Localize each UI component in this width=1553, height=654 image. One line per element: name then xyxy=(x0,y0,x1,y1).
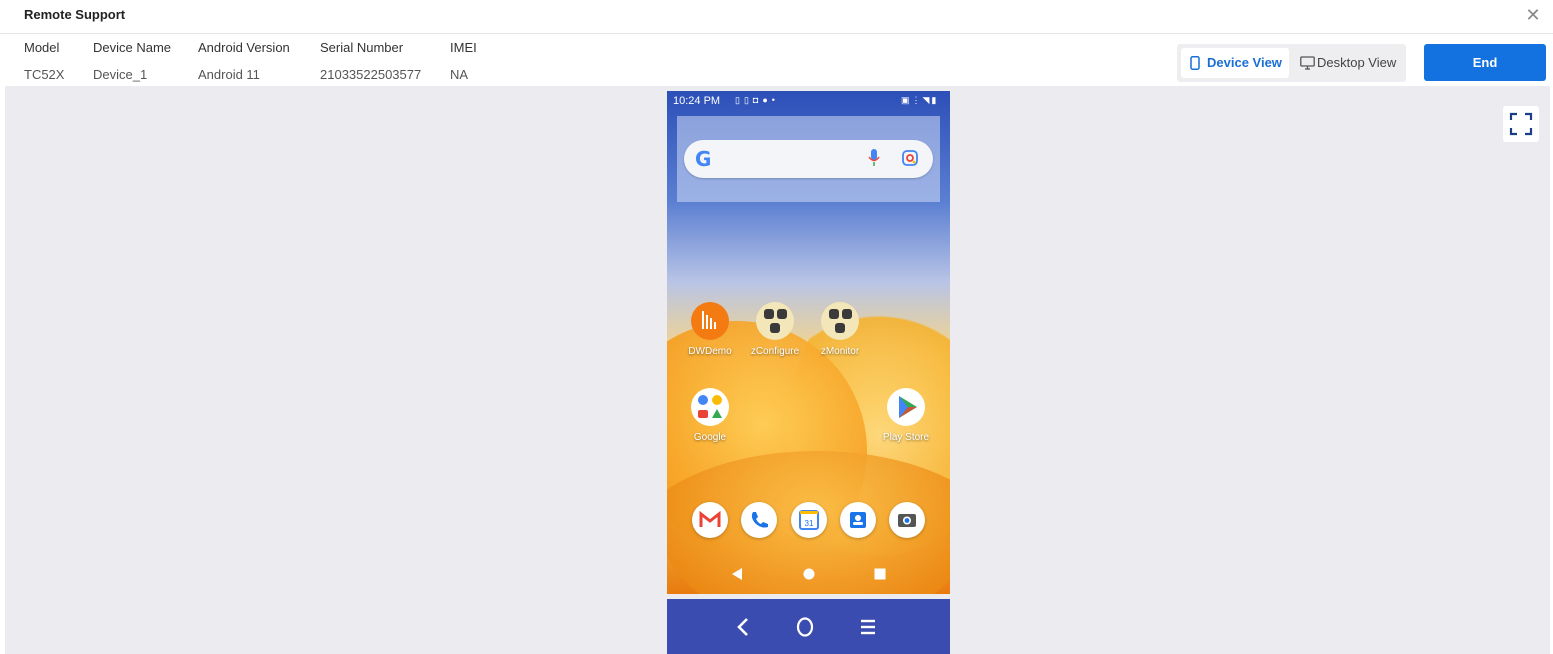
back-icon[interactable] xyxy=(735,617,751,637)
close-icon[interactable]: ✕ xyxy=(1524,6,1542,24)
info-model: Model TC52X xyxy=(24,40,64,82)
app-label: zMonitor xyxy=(820,346,860,357)
fullscreen-icon xyxy=(1509,112,1533,136)
google-lens-icon[interactable] xyxy=(902,150,918,166)
dock-phone[interactable] xyxy=(741,502,777,538)
info-device-name: Device Name Device_1 xyxy=(93,40,171,82)
fullscreen-button[interactable] xyxy=(1503,106,1539,142)
dock-camera[interactable] xyxy=(889,502,925,538)
dock-calendar[interactable]: 31 xyxy=(791,502,827,538)
device-view-label: Device View xyxy=(1207,55,1282,70)
dock-gmail[interactable] xyxy=(692,502,728,538)
status-bar: 10:24 PM ▯▯◘●• ▣⋮◥▮ xyxy=(667,91,950,111)
desktop-view-label: Desktop View xyxy=(1317,55,1397,70)
phone-icon xyxy=(751,512,768,528)
gmail-icon xyxy=(699,510,721,527)
calendar-day: 31 xyxy=(805,519,814,528)
info-header: Device Name xyxy=(93,40,172,55)
contacts-icon xyxy=(850,512,866,528)
remote-control-bar xyxy=(667,599,950,654)
notification-icons: ▯▯◘●• xyxy=(735,95,779,105)
info-value: Device_1 xyxy=(93,67,148,82)
info-value: 21033522503577 xyxy=(320,67,422,82)
device-back-icon[interactable] xyxy=(730,567,744,581)
play-store-icon xyxy=(887,388,925,426)
device-nav-bar xyxy=(667,561,950,589)
home-icon[interactable] xyxy=(795,617,815,637)
app-dwdemo[interactable]: DWDemo xyxy=(678,302,742,357)
app-play-store[interactable]: Play Store xyxy=(874,388,938,443)
app-zmonitor[interactable]: zMonitor xyxy=(808,302,872,357)
device-home-icon[interactable] xyxy=(802,567,816,581)
info-header: Model xyxy=(24,40,60,55)
calendar-icon: 31 xyxy=(799,510,819,530)
google-search-bar[interactable]: G xyxy=(684,140,933,178)
status-time: 10:24 PM xyxy=(673,95,721,107)
dwdemo-icon xyxy=(691,302,729,340)
window-title: Remote Support xyxy=(24,7,126,22)
device-recents-icon[interactable] xyxy=(873,567,887,581)
info-value: Android 11 xyxy=(198,67,260,82)
title-bar: Remote Support ✕ xyxy=(0,0,1553,34)
info-imei: IMEI NA xyxy=(450,40,477,82)
google-folder-icon xyxy=(691,388,729,426)
app-label: DWDemo xyxy=(688,346,732,357)
device-view-button[interactable]: Device View xyxy=(1181,48,1289,78)
app-zconfigure[interactable]: zConfigure xyxy=(743,302,807,357)
menu-icon[interactable] xyxy=(859,617,877,637)
mobile-icon xyxy=(1190,56,1200,70)
app-label: Play Store xyxy=(882,432,930,443)
system-status-icons: ▣⋮◥▮ xyxy=(901,95,939,105)
app-google-folder[interactable]: Google xyxy=(678,388,742,443)
desktop-view-button[interactable]: Desktop View xyxy=(1291,48,1401,78)
microphone-icon[interactable] xyxy=(868,149,880,167)
info-value: TC52X xyxy=(24,67,65,82)
device-screen[interactable]: 10:24 PM ▯▯◘●• ▣⋮◥▮ G DWDemo zConfigure … xyxy=(667,91,950,594)
info-serial-number: Serial Number 21033522503577 xyxy=(320,40,421,82)
app-label: Google xyxy=(693,432,727,443)
info-header: Android Version xyxy=(198,40,290,55)
dock-contacts[interactable] xyxy=(840,502,876,538)
end-button[interactable]: End xyxy=(1424,44,1546,81)
view-toggle: Device View Desktop View xyxy=(1177,44,1406,82)
zmonitor-folder-icon xyxy=(821,302,859,340)
info-value: NA xyxy=(450,67,469,82)
zconfigure-folder-icon xyxy=(756,302,794,340)
info-header: Serial Number xyxy=(320,40,404,55)
app-label: zConfigure xyxy=(750,346,800,357)
camera-icon xyxy=(898,514,916,527)
info-header: IMEI xyxy=(450,40,477,55)
google-logo-icon: G xyxy=(695,147,712,171)
info-android-version: Android Version Android 11 xyxy=(198,40,290,82)
monitor-icon xyxy=(1300,56,1315,70)
